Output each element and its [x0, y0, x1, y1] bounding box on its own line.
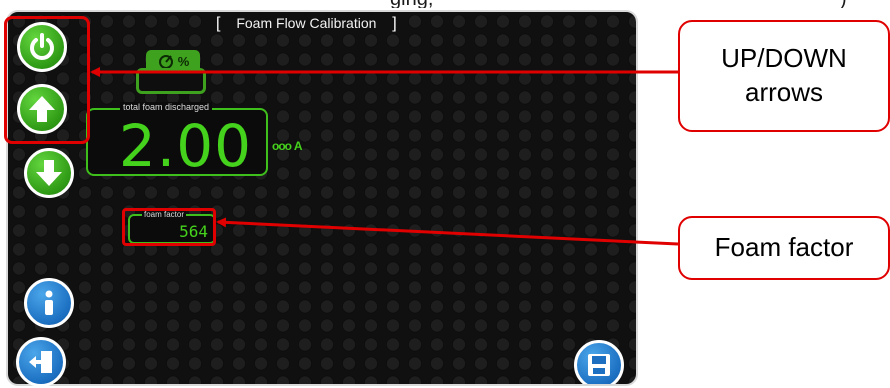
- screen-title: [ Foam Flow Calibration ]: [210, 15, 403, 33]
- foam-factor-arrow: [216, 217, 679, 246]
- screen-title-text: Foam Flow Calibration: [236, 15, 377, 31]
- callout-arrows: [90, 67, 679, 246]
